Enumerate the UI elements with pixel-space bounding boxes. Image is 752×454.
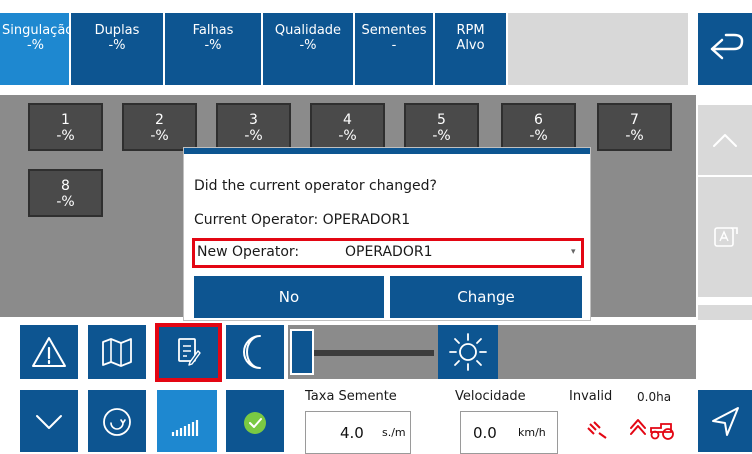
map-icon [102,338,132,367]
sun-icon [449,333,487,371]
row-value: -% [338,128,357,144]
expand-button[interactable] [20,390,78,452]
tab-qualidade-label: Qualidade [274,23,342,38]
operator-change-dialog: Did the current operator changed? Curren… [184,148,590,320]
taxa-unit: s./m [382,426,406,439]
gps-button[interactable] [88,390,146,452]
row-value: -% [150,128,169,144]
new-operator-select[interactable]: New Operator: OPERADOR1 ▾ [192,238,584,268]
alarms-button[interactable] [20,325,78,379]
area-value: 0.0ha [637,390,672,404]
velocidade-value: 0.0 [473,424,497,442]
dropdown-arrow-icon: ▾ [571,247,576,257]
row-number: 6 [534,112,543,128]
row-value: -% [56,194,75,210]
toolbar-filler [498,325,696,379]
row-cell-4[interactable]: 4 -% [310,103,385,151]
taxa-value: 4.0 [340,424,364,442]
row-cell-6[interactable]: 6 -% [501,103,576,151]
row-cell-7[interactable]: 7 -% [597,103,672,151]
row-number: 8 [61,178,70,194]
slider-track [312,350,434,356]
tab-falhas[interactable]: Falhas -% [165,13,261,85]
moon-icon [243,335,261,369]
scroll-up-button[interactable] [698,105,752,175]
warning-icon [32,337,66,367]
brightness-slider[interactable] [288,325,438,379]
current-operator-text: Current Operator: OPERADOR1 [194,212,411,228]
tab-duplas-value: -% [108,38,126,53]
export-button[interactable] [698,177,752,297]
top-tab-bar: Singulação -% Duplas -% Falhas -% Qualid… [0,0,752,90]
no-button[interactable]: No [194,276,384,318]
row-value: -% [56,128,75,144]
slider-thumb[interactable] [290,329,314,375]
new-operator-value: OPERADOR1 [345,244,433,260]
chevron-down-icon [36,415,62,429]
navigation-arrow-icon [712,407,739,436]
tab-singulacao[interactable]: Singulação -% [0,13,74,85]
tab-qualidade-value: -% [299,38,317,53]
row-number: 4 [343,112,352,128]
row-value: -% [625,128,644,144]
taxa-field[interactable]: 4.0 s./m [305,411,411,454]
velocidade-unit: km/h [518,426,546,439]
row-cell-2[interactable]: 2 -% [122,103,197,151]
row-number: 1 [61,112,70,128]
notes-edit-icon [178,338,201,366]
row-cell-3[interactable]: 3 -% [216,103,291,151]
tab-rpm-alvo[interactable]: RPM Alvo [435,13,506,85]
navigation-button[interactable] [698,390,752,452]
row-number: 7 [630,112,639,128]
chevron-up-icon [713,134,737,147]
tab-bar-filler [508,13,688,85]
tab-duplas-label: Duplas [94,23,140,38]
tractor-alert-icon [627,416,683,442]
tab-qualidade[interactable]: Qualidade -% [263,13,353,85]
row-value: -% [432,128,451,144]
taxa-label: Taxa Semente [305,389,397,404]
row-value: -% [244,128,263,144]
tab-sementes[interactable]: Sementes - [355,13,433,85]
day-mode-button[interactable] [438,325,498,379]
row-number: 3 [249,112,258,128]
export-icon [714,227,738,247]
signal-button[interactable] [157,390,217,452]
tab-duplas[interactable]: Duplas -% [71,13,163,85]
return-arrow-icon [710,33,744,60]
row-cell-8[interactable]: 8 -% [28,169,103,217]
tab-falhas-value: -% [204,38,222,53]
change-button[interactable]: Change [390,276,582,318]
row-value: -% [529,128,548,144]
tab-sementes-label: Sementes [361,23,427,38]
map-button[interactable] [88,325,146,379]
tab-singulacao-label: Singulação [2,23,74,38]
velocidade-label: Velocidade [455,389,526,404]
tab-sementes-value: - [391,38,397,53]
dialog-question: Did the current operator changed? [194,178,437,194]
row-number: 5 [437,112,446,128]
row-cell-5[interactable]: 5 -% [404,103,479,151]
tab-rpm-value: Alvo [456,38,485,53]
new-operator-label: New Operator: [197,244,300,260]
row-cell-1[interactable]: 1 -% [28,103,103,151]
tab-falhas-label: Falhas [192,23,234,38]
row-number: 2 [155,112,164,128]
tab-singulacao-value: -% [26,38,45,53]
status-label: Invalid [569,389,613,404]
gps-refresh-icon [103,408,131,436]
velocidade-field[interactable]: 0.0 km/h [460,411,558,454]
back-button[interactable] [698,13,752,85]
check-circle-icon [244,412,266,434]
status-ok-button[interactable] [226,390,284,452]
satellite-off-icon [582,416,612,442]
night-mode-button[interactable] [226,325,284,379]
signal-bars-icon [171,420,199,436]
operator-notes-button[interactable] [155,323,222,382]
right-scroll-panel [698,95,752,375]
tab-rpm-label: RPM [456,23,485,38]
